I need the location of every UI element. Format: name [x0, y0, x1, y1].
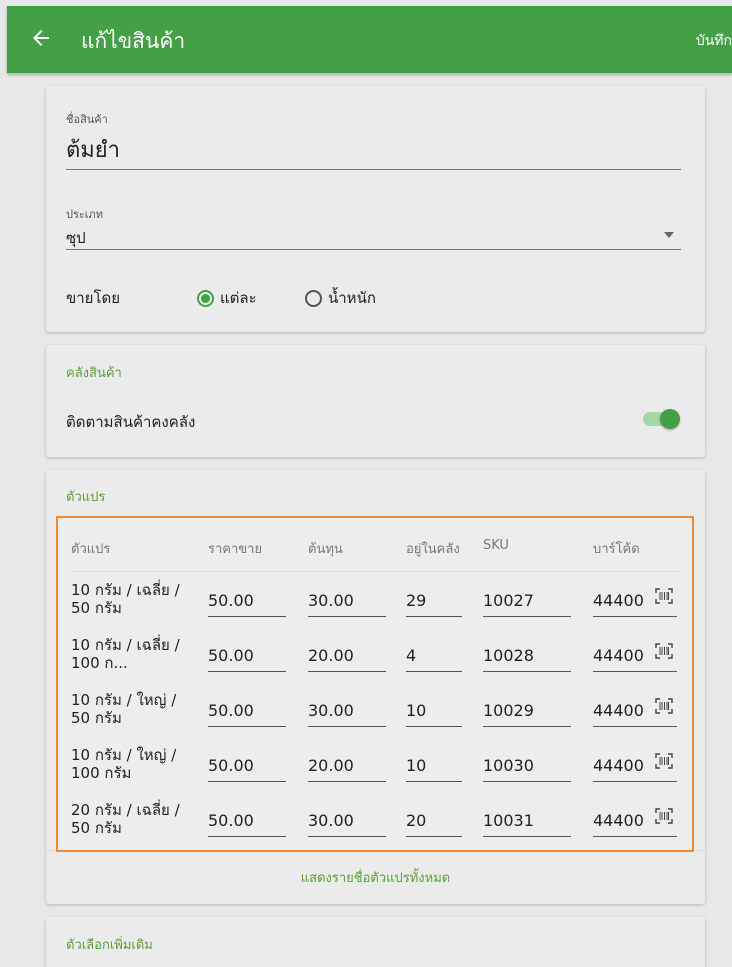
- stock-input[interactable]: 10: [406, 756, 462, 782]
- category-label: ประเภท: [66, 208, 104, 221]
- variant-name: 10 กรัม / เฉลี่ย / 50 กรัม: [71, 581, 180, 617]
- column-header-variant: ตัวแปร: [71, 542, 111, 557]
- stock-input[interactable]: 4: [406, 646, 462, 672]
- price-input[interactable]: 50.00: [208, 646, 286, 672]
- toggle-knob: [660, 409, 680, 429]
- table-row: 10 กรัม / ใหญ่ / 50 กรัม 50.00 30.00 10 1002…: [58, 686, 692, 741]
- product-name-label: ชื่อสินค้า: [66, 113, 108, 126]
- inventory-card: คลังสินค้า ติดตามสินค้าคงคลัง: [46, 345, 705, 457]
- sell-by-each-label: แต่ละ: [220, 289, 257, 307]
- save-button[interactable]: บันทึก: [696, 30, 732, 52]
- table-row: 10 กรัม / เฉลี่ย / 100 ก... 50.00 20.00 4 10…: [58, 631, 692, 686]
- variant-name: 10 กรัม / ใหญ่ / 50 กรัม: [71, 691, 177, 727]
- table-row: 10 กรัม / เฉลี่ย / 50 กรัม 50.00 30.00 29 10…: [58, 576, 692, 631]
- cost-input[interactable]: 20.00: [308, 646, 386, 672]
- extra-options-card: ตัวเลือกเพิ่มเติม: [46, 917, 705, 967]
- category-select[interactable]: ซุป: [66, 226, 86, 250]
- sell-by-weight-label: น้ำหนัก: [328, 289, 376, 307]
- stock-input[interactable]: 29: [406, 591, 462, 617]
- stock-input[interactable]: 10: [406, 701, 462, 727]
- page-title: แก้ไขสินค้า: [81, 29, 186, 53]
- sku-input[interactable]: 10030: [483, 756, 571, 782]
- track-inventory-label: ติดตามสินค้าคงคลัง: [66, 413, 196, 431]
- sku-input[interactable]: 10028: [483, 646, 571, 672]
- variants-section-title: ตัวแปร: [66, 490, 106, 505]
- product-name-input[interactable]: ต้มยำ: [66, 132, 120, 167]
- product-name-underline: [66, 169, 681, 170]
- column-header-stock: อยู่ในคลัง: [406, 542, 460, 557]
- inventory-section-title: คลังสินค้า: [66, 366, 122, 381]
- sku-input[interactable]: 10029: [483, 701, 571, 727]
- cost-input[interactable]: 30.00: [308, 701, 386, 727]
- barcode-scan-icon[interactable]: [655, 808, 673, 824]
- sell-by-each-radio[interactable]: แต่ละ: [197, 286, 257, 310]
- sku-input[interactable]: 10027: [483, 591, 571, 617]
- column-header-cost: ต้นทุน: [308, 542, 343, 557]
- table-row: 10 กรัม / ใหญ่ / 100 กรัม 50.00 20.00 10 100…: [58, 741, 692, 796]
- product-info-card: ชื่อสินค้า ต้มยำ ประเภท ซุป ขายโดย แต่ละ…: [46, 86, 705, 332]
- price-input[interactable]: 50.00: [208, 701, 286, 727]
- radio-checked-icon: [197, 289, 214, 307]
- cost-input[interactable]: 30.00: [308, 811, 386, 837]
- price-input[interactable]: 50.00: [208, 756, 286, 782]
- column-header-sku: SKU: [483, 538, 509, 553]
- barcode-scan-icon[interactable]: [655, 698, 673, 714]
- extra-options-section-title: ตัวเลือกเพิ่มเติม: [66, 938, 153, 953]
- header-divider: [71, 571, 679, 572]
- variant-name: 20 กรัม / เฉลี่ย / 50 กรัม: [71, 801, 180, 837]
- track-inventory-toggle[interactable]: [643, 409, 680, 429]
- barcode-scan-icon[interactable]: [655, 753, 673, 769]
- variants-table: ตัวแปร ราคาขาย ต้นทุน อยู่ในคลัง SKU บาร…: [56, 516, 694, 852]
- variant-name: 10 กรัม / ใหญ่ / 100 กรัม: [71, 746, 177, 782]
- arrow-left-icon[interactable]: [29, 26, 53, 50]
- sell-by-weight-radio[interactable]: น้ำหนัก: [305, 286, 376, 310]
- app-bar: แก้ไขสินค้า บันทึก: [7, 6, 732, 73]
- column-header-barcode: บาร์โค้ด: [593, 542, 640, 557]
- price-input[interactable]: 50.00: [208, 591, 286, 617]
- sell-by-label: ขายโดย: [66, 289, 121, 307]
- table-row: 20 กรัม / เฉลี่ย / 50 กรัม 50.00 30.00 20 10…: [58, 796, 692, 851]
- stock-input[interactable]: 20: [406, 811, 462, 837]
- cost-input[interactable]: 20.00: [308, 756, 386, 782]
- dropdown-arrow-icon[interactable]: [664, 232, 674, 238]
- column-header-price: ราคาขาย: [208, 542, 263, 557]
- category-underline: [66, 249, 681, 250]
- price-input[interactable]: 50.00: [208, 811, 286, 837]
- variant-name: 10 กรัม / เฉลี่ย / 100 ก...: [71, 636, 180, 672]
- show-all-variants-button[interactable]: แสดงรายชื่อตัวแปรทั้งหมด: [46, 867, 705, 888]
- cost-input[interactable]: 30.00: [308, 591, 386, 617]
- sku-input[interactable]: 10031: [483, 811, 571, 837]
- radio-unchecked-icon: [305, 289, 322, 307]
- barcode-scan-icon[interactable]: [655, 588, 673, 604]
- barcode-scan-icon[interactable]: [655, 643, 673, 659]
